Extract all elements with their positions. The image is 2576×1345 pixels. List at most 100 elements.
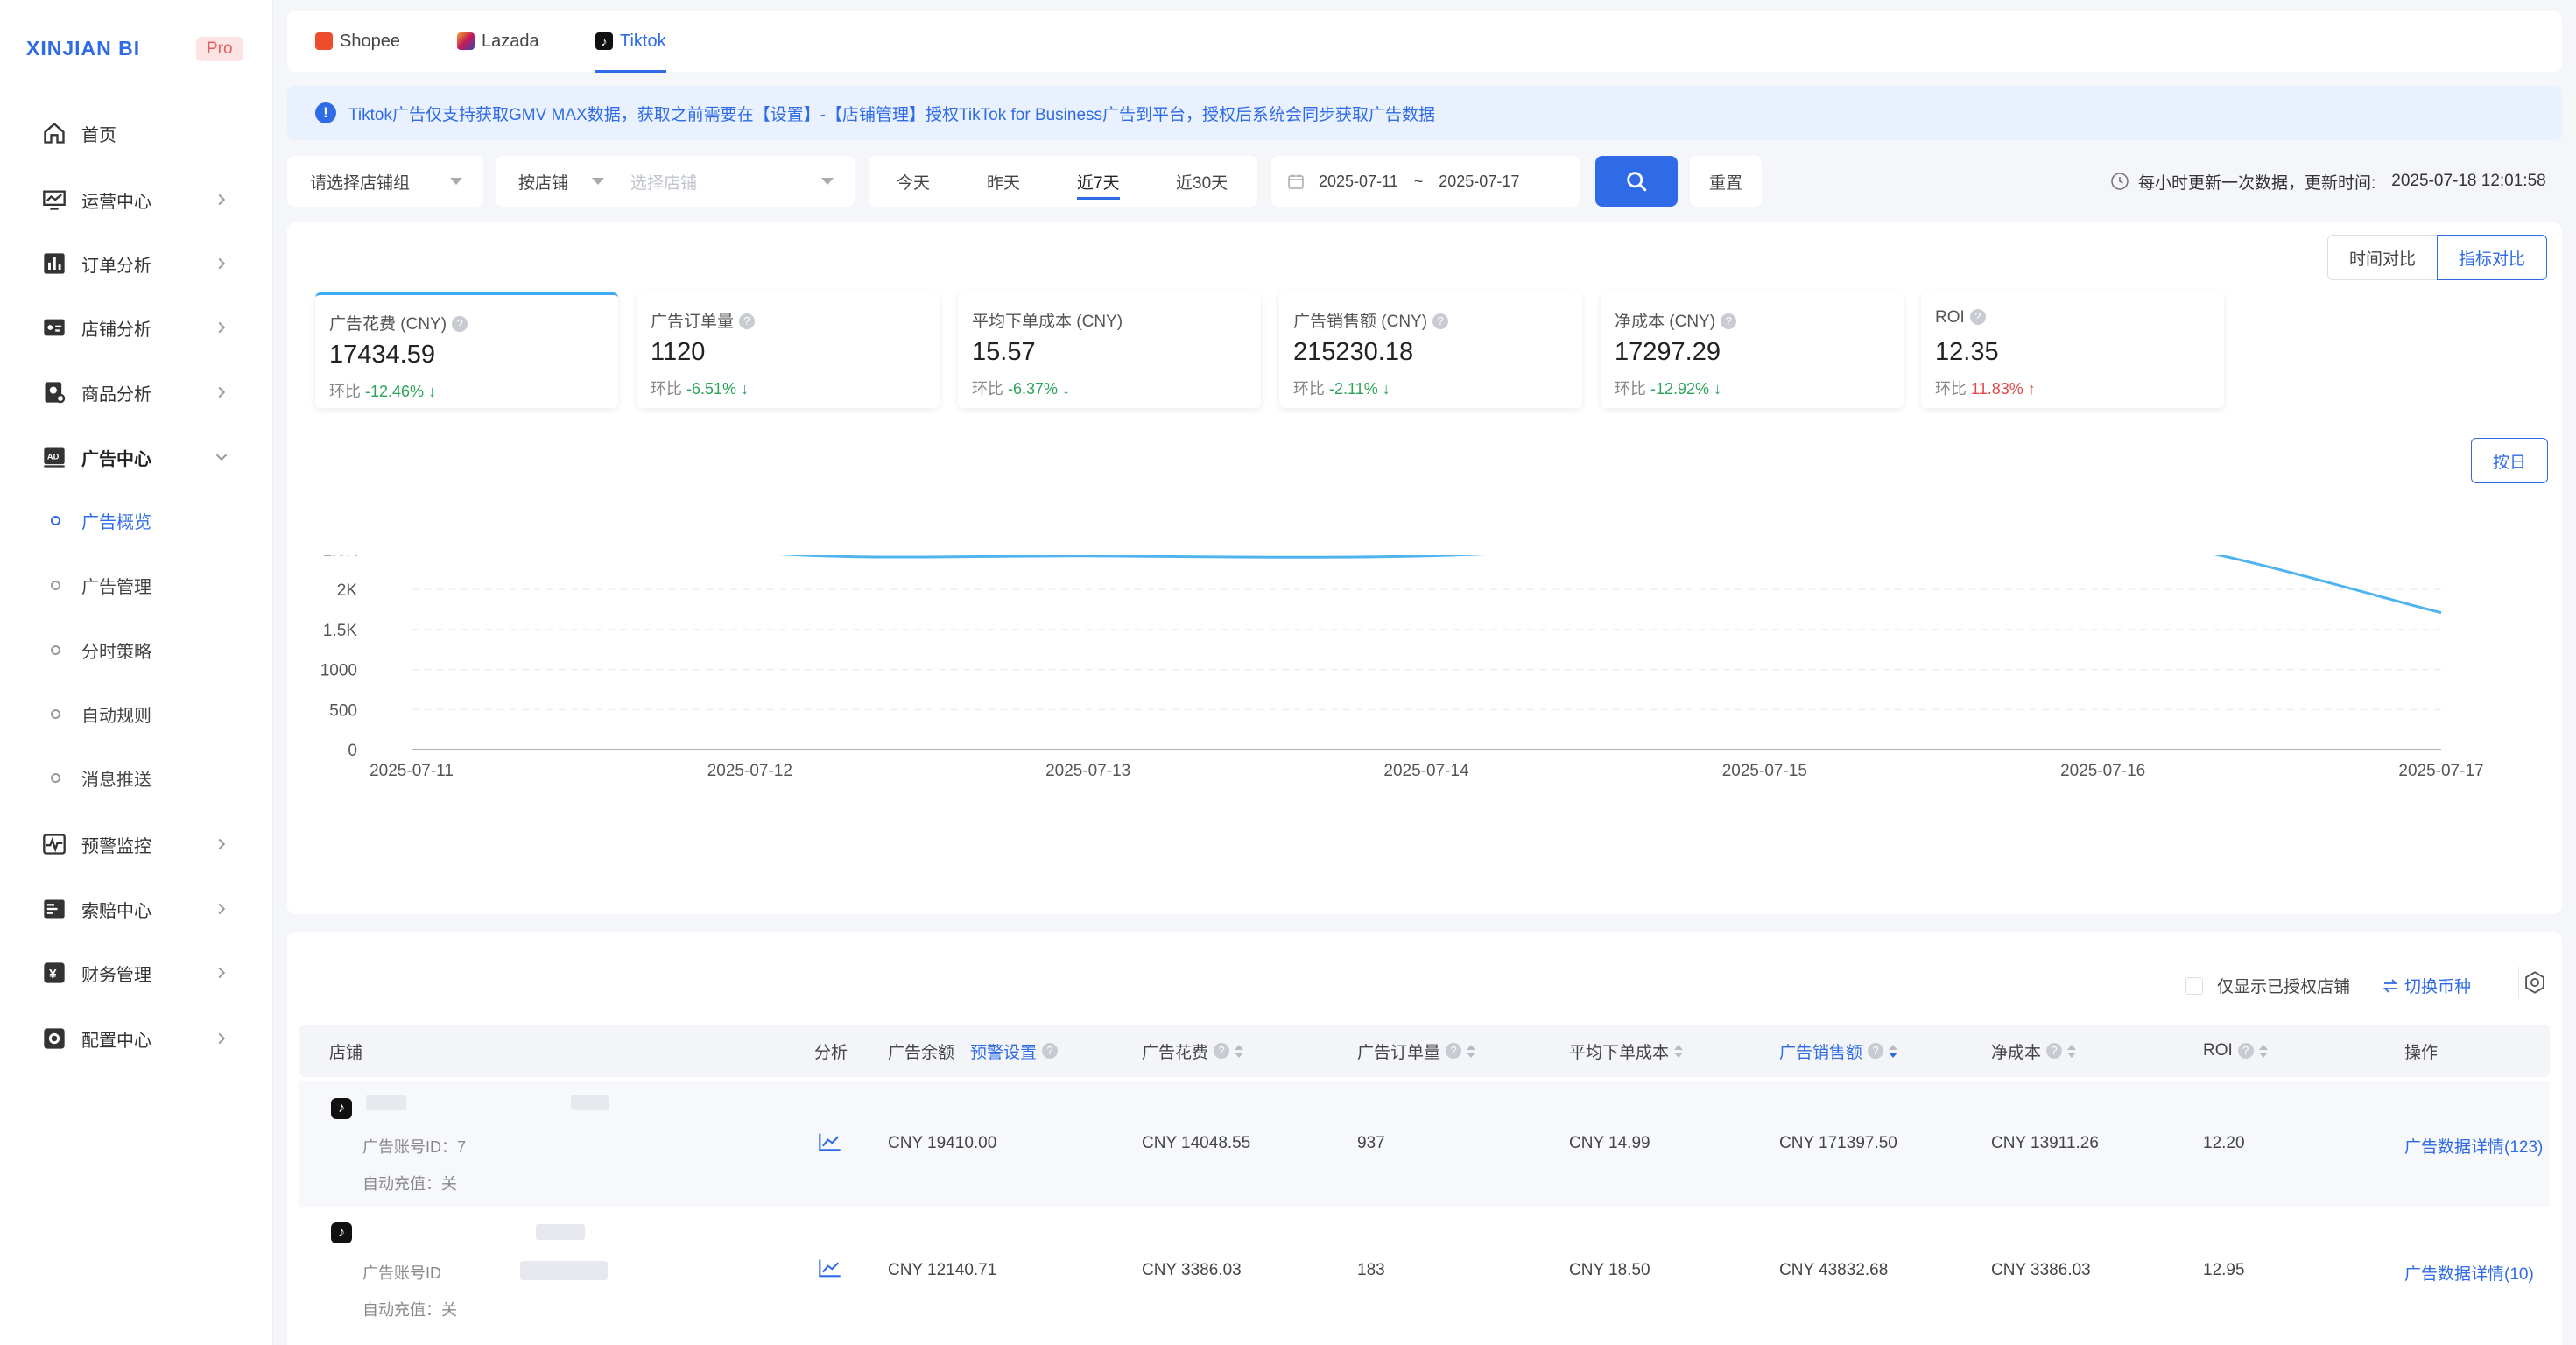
- sidebar-subitem-message-push[interactable]: 消息推送: [0, 758, 273, 797]
- metric-card-avg-order-cost[interactable]: 平均下单成本 (CNY) 15.57 环比 -6.37% ↓: [958, 292, 1261, 408]
- range-today[interactable]: 今天: [897, 156, 930, 207]
- sort-icon[interactable]: [1674, 1044, 1684, 1058]
- th-roi[interactable]: ROI?: [2203, 1025, 2268, 1077]
- sidebar-subitem-dayparting[interactable]: 分时策略: [0, 630, 273, 669]
- update-time: 2025-07-18 12:01:58: [2391, 172, 2546, 190]
- reset-button[interactable]: 重置: [1690, 156, 1762, 207]
- by-day-button[interactable]: 按日: [2471, 438, 2548, 483]
- sidebar-item-stores[interactable]: 店铺分析: [0, 306, 273, 349]
- authorized-only-toggle[interactable]: 仅显示已授权店铺: [2185, 974, 2350, 997]
- ad-detail-link[interactable]: 广告数据详情(123): [2404, 1134, 2543, 1158]
- y-tick-label: 0: [348, 742, 357, 760]
- data-point[interactable]: [1424, 555, 1429, 559]
- th-label: 平均下单成本: [1569, 1043, 1670, 1062]
- th-action: 操作: [2404, 1025, 2438, 1077]
- sidebar-item-finance[interactable]: ¥ 财务管理: [0, 952, 273, 994]
- range-yesterday[interactable]: 昨天: [987, 156, 1020, 207]
- metric-card-ad-spend[interactable]: 广告花费 (CNY)? 17434.59 环比 -12.46% ↓: [315, 292, 618, 408]
- sort-icon[interactable]: [1889, 1044, 1898, 1058]
- help-icon[interactable]: ?: [1868, 1043, 1884, 1059]
- data-point[interactable]: [1086, 555, 1091, 559]
- alert-settings-link[interactable]: 预警设置: [970, 1039, 1037, 1063]
- help-icon[interactable]: ?: [739, 313, 756, 329]
- metric-value: 15.57: [972, 338, 1036, 366]
- tab-shopee[interactable]: Shopee: [315, 11, 400, 72]
- trend-chart-icon[interactable]: [818, 1131, 842, 1158]
- sidebar-item-orders[interactable]: 订单分析: [0, 243, 273, 285]
- help-icon[interactable]: ?: [1446, 1043, 1462, 1059]
- sidebar-subitem-auto-rules[interactable]: 自动规则: [0, 694, 273, 733]
- sidebar-item-home[interactable]: 首页: [0, 112, 273, 154]
- range-7-days[interactable]: 近7天: [1077, 156, 1120, 207]
- settings-icon[interactable]: [2518, 967, 2550, 998]
- sidebar-item-config[interactable]: 配置中心: [0, 1018, 273, 1060]
- sidebar-subitem-ad-overview[interactable]: 广告概览: [0, 501, 273, 539]
- time-compare-button[interactable]: 时间对比: [2327, 235, 2438, 280]
- y-tick-label: 2K: [337, 581, 358, 600]
- sort-icon[interactable]: [1467, 1044, 1476, 1058]
- sidebar-item-alerts[interactable]: 预警监控: [0, 823, 273, 865]
- th-orders[interactable]: 广告订单量?: [1357, 1025, 1476, 1077]
- switch-currency-button[interactable]: 切换币种: [2382, 974, 2471, 997]
- y-tick-label: 2.5K: [323, 555, 357, 560]
- help-icon[interactable]: ?: [1721, 313, 1737, 329]
- sidebar-item-operations[interactable]: 运营中心: [0, 179, 273, 221]
- metric-card-ad-orders[interactable]: 广告订单量? 1120 环比 -6.51% ↓: [637, 292, 940, 408]
- tab-lazada[interactable]: Lazada: [457, 11, 539, 72]
- data-point[interactable]: [2439, 610, 2444, 616]
- shop-select[interactable]: 选择店铺: [630, 170, 697, 194]
- trend-chart-icon[interactable]: [818, 1257, 842, 1284]
- metric-card-ad-sales[interactable]: 广告销售额 (CNY)? 215230.18 环比 -2.11% ↓: [1279, 292, 1582, 408]
- chevron-right-icon: [214, 320, 229, 335]
- date-range-picker[interactable]: 2025-07-11 ~ 2025-07-17: [1271, 156, 1580, 207]
- checkbox[interactable]: [2185, 976, 2203, 995]
- sidebar-subitem-ad-management[interactable]: 广告管理: [0, 566, 273, 604]
- metric-compare-button[interactable]: 指标对比: [2437, 235, 2547, 280]
- ad-icon: AD: [40, 443, 68, 471]
- sort-icon[interactable]: [2067, 1044, 2077, 1058]
- tiktok-icon: ♪: [331, 1222, 352, 1243]
- th-label: 广告订单量: [1357, 1043, 1441, 1062]
- shop-group-select[interactable]: 请选择店铺组: [287, 156, 483, 207]
- auto-recharge-status: 自动充值：关: [362, 1301, 457, 1319]
- search-button[interactable]: [1595, 156, 1678, 207]
- metric-card-net-cost[interactable]: 净成本 (CNY)? 17297.29 环比 -12.92% ↓: [1601, 292, 1904, 408]
- auto-recharge-status: 自动充值：关: [362, 1175, 457, 1193]
- help-icon[interactable]: ?: [1432, 313, 1449, 329]
- sidebar-item-label: 预警监控: [81, 836, 151, 856]
- date-separator: ~: [1413, 172, 1424, 190]
- help-icon[interactable]: ?: [452, 316, 468, 332]
- th-cpo[interactable]: 平均下单成本: [1569, 1025, 1684, 1077]
- metric-compare-label: 环比: [329, 383, 361, 400]
- th-label: 广告销售额: [1779, 1043, 1863, 1062]
- th-sales[interactable]: 广告销售额?: [1779, 1025, 1898, 1077]
- pulse-icon: [40, 830, 68, 858]
- by-shop-select[interactable]: 按店铺: [518, 170, 568, 194]
- shop-table-panel: 仅显示已授权店铺 切换币种 店铺 分析 广告余额 预警设置? 广告花费? 广告订单…: [287, 932, 2562, 1345]
- help-icon[interactable]: ?: [1969, 309, 1986, 325]
- bar-chart-icon: [40, 250, 68, 278]
- sort-icon[interactable]: [1235, 1044, 1244, 1058]
- platform-tab-bar: Shopee Lazada ♪ Tiktok: [287, 11, 2562, 73]
- clock-icon: [2110, 172, 2129, 191]
- metric-title: 净成本 (CNY): [1615, 313, 1716, 331]
- monitor-chart-icon: [40, 186, 68, 214]
- th-net[interactable]: 净成本?: [1991, 1025, 2077, 1077]
- metric-card-roi[interactable]: ROI? 12.35 环比 11.83% ↑: [1921, 292, 2224, 408]
- product-icon: [40, 378, 68, 406]
- sidebar-item-claims[interactable]: 索赔中心: [0, 888, 273, 930]
- help-icon[interactable]: ?: [2046, 1043, 2063, 1059]
- tab-tiktok[interactable]: ♪ Tiktok: [595, 11, 666, 73]
- sidebar-item-ads[interactable]: AD 广告中心: [0, 436, 273, 478]
- help-icon[interactable]: ?: [1042, 1043, 1059, 1059]
- sidebar-item-products[interactable]: 商品分析: [0, 371, 273, 413]
- by-day-label: 按日: [2492, 453, 2526, 472]
- range-30-days[interactable]: 近30天: [1176, 156, 1228, 207]
- th-spend[interactable]: 广告花费?: [1142, 1025, 1244, 1077]
- help-icon[interactable]: ?: [2237, 1043, 2254, 1059]
- brand-logo[interactable]: XINJIAN BI: [26, 37, 140, 60]
- sort-icon[interactable]: [2258, 1044, 2268, 1058]
- help-icon[interactable]: ?: [1214, 1043, 1230, 1059]
- ad-detail-link[interactable]: 广告数据详情(10): [2404, 1261, 2534, 1285]
- bullet-icon: [51, 772, 60, 783]
